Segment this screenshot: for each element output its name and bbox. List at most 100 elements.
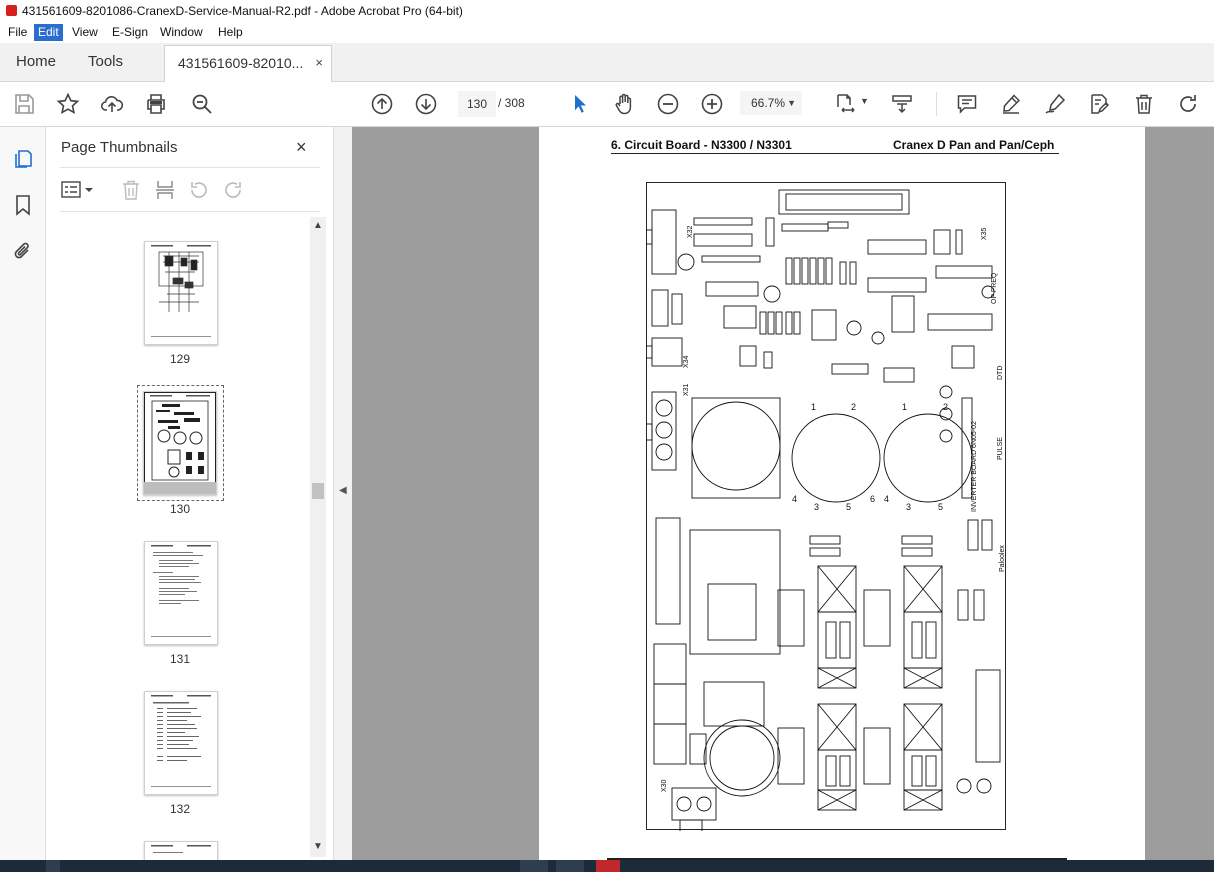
thumbnail-label: 131 — [169, 652, 191, 666]
insert-page-icon[interactable] — [154, 179, 176, 201]
fit-chevron-down-icon[interactable]: ▼ — [860, 96, 869, 106]
zoom-in-icon[interactable] — [700, 92, 724, 116]
thumbnail-options-icon[interactable] — [60, 179, 96, 201]
scroll-down-icon[interactable]: ▼ — [313, 841, 323, 852]
page-header-right: Cranex D Pan and Pan/Ceph — [893, 138, 1055, 152]
upload-cloud-icon[interactable] — [100, 92, 124, 116]
transformer-pin-label: 2 — [851, 402, 856, 412]
zoom-search-icon[interactable] — [190, 92, 214, 116]
select-cursor-icon[interactable] — [568, 92, 592, 116]
circuit-board-diagram: 1 2 4 3 5 6 1 2 4 3 5 X35 X31 X34 X32 X3… — [646, 182, 1006, 831]
tab-bar: Home Tools 431561609-82010... × — [0, 43, 1214, 82]
menu-edit[interactable]: Edit — [34, 24, 63, 41]
attachments-icon[interactable] — [11, 239, 35, 263]
board-label: OP FREQ — [991, 272, 998, 304]
zoom-level-value: 66.7% — [751, 96, 786, 110]
menu-help[interactable]: Help — [214, 24, 247, 41]
rotate-right-icon[interactable] — [222, 179, 244, 201]
board-label: DTD — [997, 366, 1004, 380]
print-icon[interactable] — [144, 92, 168, 116]
thumbnail-page-132[interactable] — [144, 691, 218, 795]
next-page-icon[interactable] — [414, 92, 438, 116]
hand-tool-icon[interactable] — [612, 92, 636, 116]
transformer-pin-label: 4 — [884, 494, 889, 504]
board-label: PULSE — [997, 437, 1004, 460]
taskbar-acrobat-item[interactable] — [596, 860, 620, 872]
zoom-level-dropdown[interactable]: 66.7% ▼ — [740, 91, 802, 115]
close-tab-icon[interactable]: × — [315, 55, 323, 70]
menu-esign[interactable]: E-Sign — [108, 24, 152, 41]
transformer-pin-label: 1 — [811, 402, 816, 412]
page-header-left: 6. Circuit Board - N3300 / N3301 — [611, 138, 792, 152]
delete-page-icon[interactable] — [120, 179, 142, 201]
bookmarks-icon[interactable] — [11, 193, 35, 217]
chevron-down-icon: ▼ — [787, 98, 796, 108]
rotate-icon[interactable] — [1176, 92, 1200, 116]
close-panel-icon[interactable]: × — [296, 137, 307, 158]
header-rule — [611, 153, 1059, 154]
page-thumbnails-icon[interactable] — [11, 147, 35, 171]
panel-title: Page Thumbnails — [61, 139, 178, 156]
connector-label: X35 — [981, 227, 988, 240]
transformer-pin-label: 4 — [792, 494, 797, 504]
scrollbar-thumb[interactable] — [312, 483, 324, 499]
save-icon[interactable] — [12, 92, 36, 116]
thumbnail-label: 129 — [169, 352, 191, 366]
title-bar: 431561609-8201086-CranexD-Service-Manual… — [0, 0, 1214, 22]
delete-icon[interactable] — [1132, 92, 1156, 116]
board-label: Paloolex — [999, 545, 1006, 572]
thumbnail-preview — [151, 695, 211, 787]
transformer-pin-label: 3 — [906, 502, 911, 512]
document-tab-label: 431561609-82010... — [178, 55, 304, 71]
scroll-up-icon[interactable]: ▲ — [313, 220, 323, 231]
page-count: / 308 — [498, 96, 525, 110]
comment-icon[interactable] — [955, 92, 979, 116]
thumbnail-scrollbar[interactable]: ▲ ▼ — [310, 217, 326, 857]
bookmark-star-icon[interactable] — [56, 92, 80, 116]
thumbnail-preview — [151, 245, 211, 337]
connector-label: X30 — [661, 779, 668, 792]
menu-window[interactable]: Window — [156, 24, 207, 41]
collapse-panel-icon[interactable]: ◀ — [339, 485, 347, 496]
zoom-out-icon[interactable] — [656, 92, 680, 116]
transformer-pin-label: 5 — [846, 502, 851, 512]
thumbnail-page-130[interactable] — [143, 391, 217, 495]
window-title: 431561609-8201086-CranexD-Service-Manual… — [22, 4, 463, 18]
board-label: INVERTER BOARD 6N05-02 — [971, 421, 978, 512]
rotate-left-icon[interactable] — [188, 179, 210, 201]
toolbar-divider — [936, 92, 937, 116]
connector-label: X32 — [687, 225, 694, 238]
tab-home[interactable]: Home — [16, 43, 56, 81]
thumbnail-page-133[interactable] — [144, 841, 218, 862]
scroll-mode-icon[interactable] — [890, 92, 914, 116]
thumbnail-page-131[interactable] — [144, 541, 218, 645]
page-number-input[interactable] — [458, 91, 496, 117]
document-viewer[interactable]: 6. Circuit Board - N3300 / N3301 Cranex … — [352, 127, 1214, 860]
taskbar-item[interactable] — [556, 860, 584, 872]
taskbar-item[interactable] — [46, 860, 60, 872]
pdf-page: 6. Circuit Board - N3300 / N3301 Cranex … — [539, 127, 1145, 860]
previous-page-icon[interactable] — [370, 92, 394, 116]
transformer-pin-label: 3 — [814, 502, 819, 512]
menu-file[interactable]: File — [4, 24, 31, 41]
connector-label: X34 — [683, 355, 690, 368]
highlight-pen-icon[interactable] — [999, 92, 1023, 116]
fit-page-icon[interactable] — [834, 92, 858, 116]
edit-pdf-icon[interactable] — [1087, 92, 1111, 116]
toolbar: / 308 66.7% ▼ ▼ — [0, 82, 1214, 127]
navigation-rail — [0, 127, 46, 860]
thumbnail-page-129[interactable] — [144, 241, 218, 345]
panel-divider — [60, 167, 320, 168]
taskbar-item[interactable] — [520, 860, 548, 872]
transformer-pin-label: 6 — [870, 494, 875, 504]
thumbnail-label: 132 — [169, 802, 191, 816]
thumbnail-preview — [143, 391, 217, 495]
thumbnail-preview — [151, 845, 211, 853]
fill-sign-icon[interactable] — [1043, 92, 1067, 116]
panel-divider — [60, 211, 320, 212]
menu-view[interactable]: View — [68, 24, 102, 41]
panel-splitter[interactable]: ◀ — [333, 127, 352, 860]
thumbnail-preview — [151, 545, 211, 637]
tab-tools[interactable]: Tools — [88, 43, 123, 81]
tab-document[interactable]: 431561609-82010... × — [164, 45, 332, 82]
